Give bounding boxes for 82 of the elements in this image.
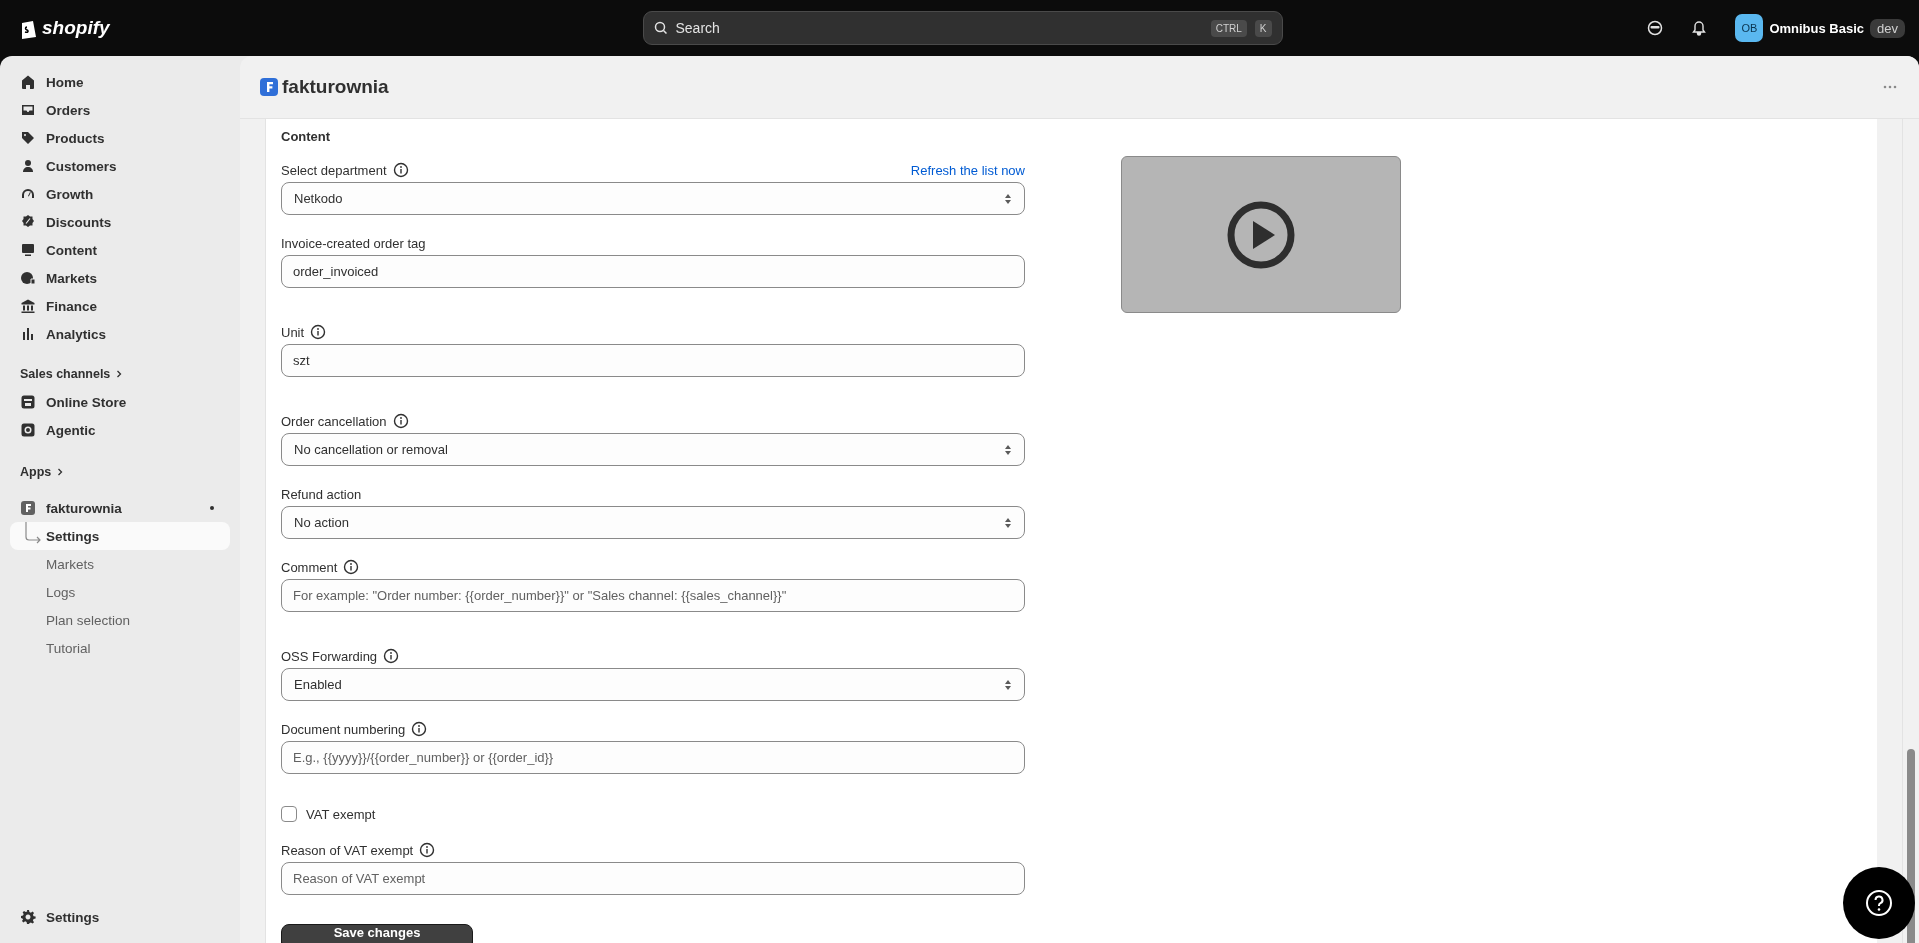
sidebar-item[interactable]: Markets [10,264,230,292]
select-field[interactable]: Enabled [281,668,1025,701]
person-icon [20,158,36,174]
tag-icon [20,130,36,146]
discount-icon [20,214,36,230]
field-label: Reason of VAT exempt [281,843,414,858]
tree-elbow-icon [24,522,42,546]
app-logo-icon [260,78,278,96]
up-down-arrows-icon [1004,516,1012,529]
input-field[interactable]: order_invoiced [281,255,1025,288]
sidebar-item[interactable]: Orders [10,96,230,124]
question-mark-icon [1864,888,1894,918]
store-name[interactable]: Omnibus Basic [1769,20,1865,36]
refresh-link[interactable]: Refresh the list now [910,163,1025,178]
video-thumbnail[interactable] [1121,156,1401,313]
sidebar-item[interactable]: Settings [10,903,230,931]
field-label: OSS Forwarding [281,649,378,664]
logo-text[interactable]: shopify [42,17,110,39]
dot-icon [210,506,214,510]
section-title: Content [281,129,332,144]
sidebar-item[interactable]: Agentic [10,416,230,444]
field-label: Order cancellation [281,414,387,429]
shortcut-key: K [1254,19,1272,37]
info-icon[interactable] [392,162,409,178]
field-label: Comment [281,560,338,575]
select-field[interactable]: Netkodo [281,182,1025,215]
store-badge: dev [1870,18,1905,38]
home-icon [20,74,36,90]
store-icon [20,394,36,410]
sidebar-item[interactable]: Finance [10,292,230,320]
sidebar-item[interactable]: Content [10,236,230,264]
sidebar-subitem[interactable]: Plan selection [10,606,230,634]
field-label: VAT exempt [306,806,376,822]
app-logo-icon [20,500,36,516]
field-label: Invoice-created order tag [281,236,426,251]
field-label: Unit [281,325,305,340]
info-icon[interactable] [411,721,428,737]
info-icon[interactable] [419,842,436,858]
info-icon[interactable] [310,324,327,340]
checkbox[interactable] [281,806,297,822]
up-down-arrows-icon [1004,678,1012,691]
input-field[interactable]: Reason of VAT exempt [281,862,1025,895]
sidebar-item[interactable]: Customers [10,152,230,180]
inbox-icon [20,102,36,118]
field-label: Refund action [281,487,362,502]
up-down-arrows-icon [1004,443,1012,456]
field-label: Document numbering [281,722,406,737]
sidebar-item[interactable]: Home [10,68,230,96]
sidebar-item[interactable]: fakturownia [10,494,230,522]
monitor-icon [20,242,36,258]
bell-icon[interactable] [1691,20,1708,36]
search-icon [653,21,668,35]
section-title[interactable]: Apps [20,465,52,479]
up-down-arrows-icon [1004,192,1012,205]
save-button[interactable]: Save changes [281,924,473,943]
sidebar-subitem[interactable]: Settings [10,522,230,550]
section-title[interactable]: Sales channels [20,367,111,381]
sidebar-subitem[interactable]: Logs [10,578,230,606]
search-field[interactable]: Search CTRL K [642,11,1283,45]
sidebar-item[interactable]: Discounts [10,208,230,236]
sidebar-subitem[interactable]: Tutorial [10,634,230,662]
info-icon[interactable] [392,413,409,429]
field-label: Select department [281,163,387,178]
input-field[interactable]: For example: "Order number: {{order_number}}" or "Sales channel: {{sales_channel}}" [281,579,1025,612]
app-title: fakturownia [282,76,390,98]
input-field[interactable]: szt [281,344,1025,377]
input-field[interactable]: E.g., {{yyyy}}/{{order_number}} or {{order_id}} [281,741,1025,774]
sidebar-item[interactable]: Products [10,124,230,152]
sidebar-subitem[interactable]: Markets [10,550,230,578]
info-icon[interactable] [383,648,400,664]
sidebar-item[interactable]: Growth [10,180,230,208]
more-icon[interactable] [1883,85,1897,89]
bar-chart-icon [20,326,36,342]
select-field[interactable]: No action [281,506,1025,539]
select-field[interactable]: No cancellation or removal [281,433,1025,466]
sidebar-item[interactable]: Analytics [10,320,230,348]
bank-icon [20,298,36,314]
info-icon[interactable] [343,559,360,575]
settings-icon [20,909,36,925]
avatar[interactable]: OB [1735,14,1764,42]
sidebar-item[interactable]: Online Store [10,388,230,416]
shortcut-key: CTRL [1210,19,1247,37]
